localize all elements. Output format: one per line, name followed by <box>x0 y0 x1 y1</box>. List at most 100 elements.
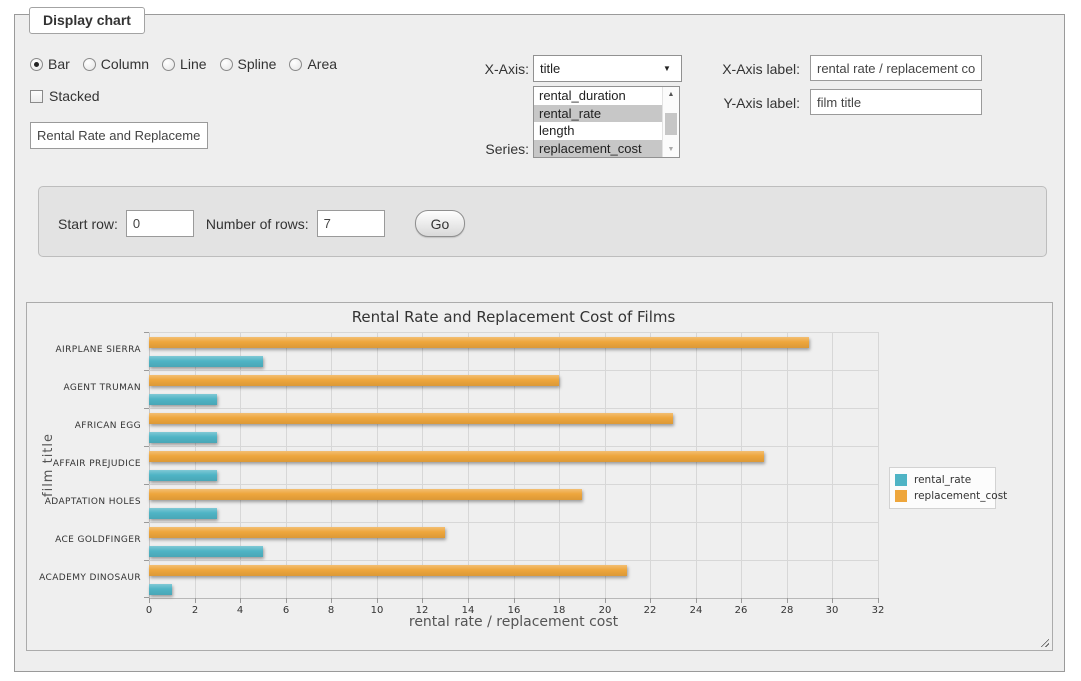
chevron-down-icon <box>663 64 681 73</box>
radio-bar[interactable]: Bar <box>30 56 70 72</box>
chart-title-input[interactable] <box>30 122 208 149</box>
bar-replacement_cost[interactable] <box>149 489 582 500</box>
bar-replacement_cost[interactable] <box>149 565 627 576</box>
bar-rental_rate[interactable] <box>149 394 217 405</box>
y-tick-mark <box>144 597 149 598</box>
legend-item-replacement-cost[interactable]: replacement_cost <box>895 488 990 504</box>
radio-area-label: Area <box>307 56 337 72</box>
bar-rental_rate[interactable] <box>149 508 217 519</box>
radio-column-label: Column <box>101 56 149 72</box>
bar-replacement_cost[interactable] <box>149 527 445 538</box>
radio-spline-label: Spline <box>238 56 277 72</box>
x-tick-mark <box>331 598 332 603</box>
gridline <box>149 560 878 561</box>
gridline <box>240 332 241 598</box>
x-tick-mark <box>195 598 196 603</box>
series-option-rental-duration[interactable]: rental_duration <box>534 87 662 105</box>
series-option-replacement-cost[interactable]: replacement_cost <box>534 140 662 158</box>
radio-line[interactable]: Line <box>162 56 206 72</box>
category-label: ADAPTATION HOLES <box>27 497 141 507</box>
chart-type-radio-group: Bar Column Line Spline Area <box>30 56 350 72</box>
bar-rental_rate[interactable] <box>149 546 263 557</box>
gridline <box>149 446 878 447</box>
gridline <box>787 332 788 598</box>
gridline <box>149 408 878 409</box>
plot-area: 02468101214161820222426283032 <box>149 332 878 599</box>
x-tick-mark <box>605 598 606 603</box>
legend-label: replacement_cost <box>914 490 1007 502</box>
resize-handle-icon[interactable] <box>1039 637 1049 647</box>
x-tick-mark <box>468 598 469 603</box>
category-label: AFFAIR PREJUDICE <box>27 459 141 469</box>
bar-replacement_cost[interactable] <box>149 413 673 424</box>
radio-line-label: Line <box>180 56 206 72</box>
x-tick-mark <box>559 598 560 603</box>
number-of-rows-input[interactable] <box>317 210 385 237</box>
page: Display chart Bar Column Line Spline Are… <box>0 0 1081 681</box>
stacked-checkbox[interactable] <box>30 90 43 103</box>
y-tick-mark <box>144 522 149 523</box>
bar-rental_rate[interactable] <box>149 356 263 367</box>
series-multiselect[interactable]: rental_duration rental_rate length repla… <box>533 86 680 158</box>
gridline <box>149 522 878 523</box>
gridline <box>286 332 287 598</box>
scroll-down-icon[interactable] <box>663 142 679 157</box>
category-label: AIRPLANE SIERRA <box>27 345 141 355</box>
scrollbar-thumb[interactable] <box>665 113 677 135</box>
x-axis-select[interactable]: title <box>533 55 682 82</box>
radio-icon <box>289 58 302 71</box>
radio-column[interactable]: Column <box>83 56 149 72</box>
rows-form: Start row: Number of rows: Go <box>58 210 465 237</box>
gridline <box>696 332 697 598</box>
gridline <box>832 332 833 598</box>
legend-swatch-replacement-cost <box>895 490 907 502</box>
radio-icon <box>30 58 43 71</box>
chart: Rental Rate and Replacement Cost of Film… <box>26 302 1053 651</box>
x-tick-mark <box>878 598 879 603</box>
start-row-input[interactable] <box>126 210 194 237</box>
radio-icon <box>162 58 175 71</box>
radio-area[interactable]: Area <box>289 56 337 72</box>
legend-item-rental-rate[interactable]: rental_rate <box>895 472 990 488</box>
go-button[interactable]: Go <box>415 210 466 237</box>
y-tick-mark <box>144 446 149 447</box>
x-tick-mark <box>787 598 788 603</box>
bar-rental_rate[interactable] <box>149 470 217 481</box>
radio-bar-label: Bar <box>48 56 70 72</box>
series-options: rental_duration rental_rate length repla… <box>534 87 662 157</box>
y-tick-mark <box>144 484 149 485</box>
x-axis-title: rental rate / replacement cost <box>149 614 878 630</box>
bar-rental_rate[interactable] <box>149 584 172 595</box>
radio-spline[interactable]: Spline <box>220 56 277 72</box>
start-row-label: Start row: <box>58 216 118 232</box>
y-tick-mark <box>144 332 149 333</box>
x-axis-label-input[interactable] <box>810 55 982 81</box>
bar-replacement_cost[interactable] <box>149 337 809 348</box>
bar-replacement_cost[interactable] <box>149 375 559 386</box>
gridline <box>195 332 196 598</box>
legend-label: rental_rate <box>914 474 971 486</box>
bar-replacement_cost[interactable] <box>149 451 764 462</box>
y-tick-mark <box>144 560 149 561</box>
x-tick-mark <box>696 598 697 603</box>
bar-rental_rate[interactable] <box>149 432 217 443</box>
x-tick-mark <box>514 598 515 603</box>
gridline <box>741 332 742 598</box>
gridline <box>514 332 515 598</box>
stacked-checkbox-row[interactable]: Stacked <box>30 88 100 104</box>
x-tick-mark <box>286 598 287 603</box>
gridline <box>422 332 423 598</box>
x-tick-mark <box>832 598 833 603</box>
stacked-label: Stacked <box>49 88 100 104</box>
scrollbar[interactable] <box>662 87 679 157</box>
y-tick-mark <box>144 370 149 371</box>
scroll-up-icon[interactable] <box>663 87 679 102</box>
gridline <box>149 332 150 598</box>
legend-swatch-rental-rate <box>895 474 907 486</box>
series-option-rental-rate[interactable]: rental_rate <box>534 105 662 123</box>
series-option-length[interactable]: length <box>534 122 662 140</box>
y-axis-label-input[interactable] <box>810 89 982 115</box>
radio-icon <box>220 58 233 71</box>
y-tick-mark <box>144 408 149 409</box>
category-label: ACE GOLDFINGER <box>27 535 141 545</box>
